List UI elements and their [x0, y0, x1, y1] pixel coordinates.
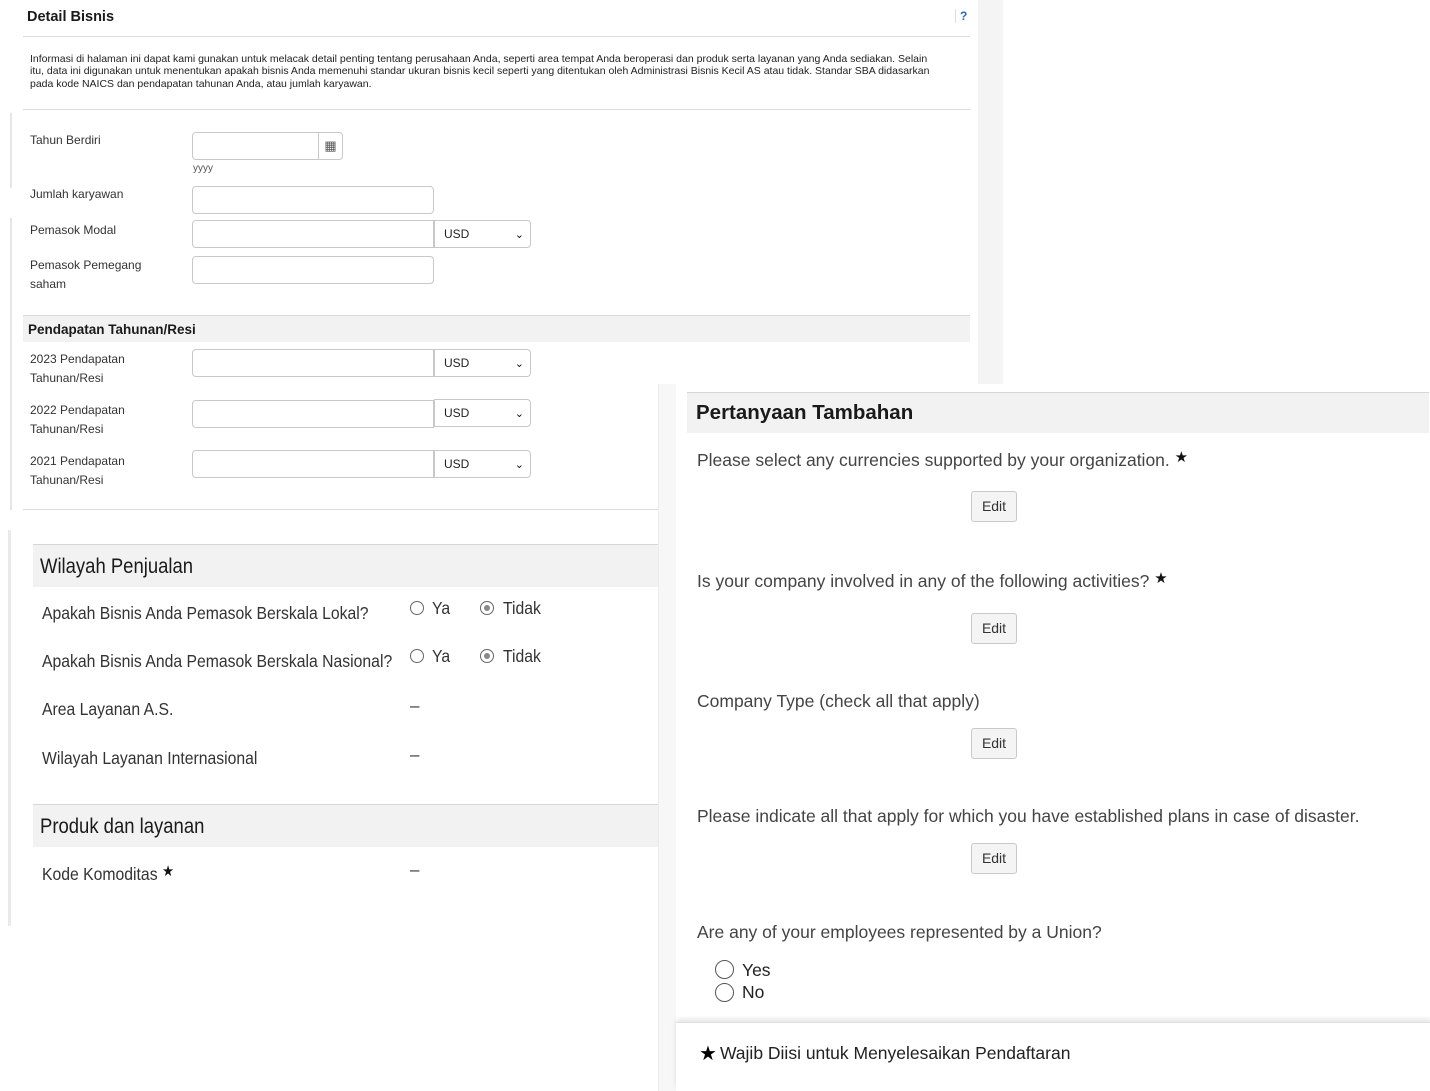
chevron-down-icon: ⌄: [514, 358, 524, 370]
revenue-2023-label: 2023 Pendapatan Tahunan/Resi: [30, 352, 125, 385]
section-header: Pertanyaan Tambahan: [687, 392, 1429, 433]
tahun-berdiri-label: Tahun Berdiri: [30, 133, 101, 147]
section-title: Produk dan layanan: [40, 815, 205, 838]
disaster-plan-question: Please indicate all that apply for which…: [697, 806, 1360, 826]
pemasok-modal-input[interactable]: [192, 220, 434, 248]
kode-komoditas-value: –: [410, 860, 420, 879]
pemasok-pemegang-saham-label: Pemasok Pemegang saham: [30, 258, 142, 291]
currency-select[interactable]: USD ⌄: [434, 399, 531, 427]
divider: [10, 113, 12, 188]
revenue-2022-input[interactable]: [192, 400, 434, 428]
currencies-question: Please select any currencies supported b…: [697, 448, 1188, 471]
calendar-icon[interactable]: ▦: [318, 132, 342, 160]
revenue-2023-input[interactable]: [192, 349, 434, 377]
radio-label: Yes: [742, 960, 771, 980]
local-supplier-question: Apakah Bisnis Anda Pemasok Berskala Loka…: [42, 603, 369, 623]
area-layanan-value: –: [410, 696, 420, 715]
currency-value: USD: [444, 406, 470, 420]
divider: [8, 530, 11, 926]
section-title: Wilayah Penjualan: [40, 555, 194, 578]
wilayah-penjualan-panel: Wilayah Penjualan Apakah Bisnis Anda Pem…: [0, 516, 658, 926]
currency-select[interactable]: USD ⌄: [434, 450, 531, 478]
wilayah-internasional-label: Wilayah Layanan Internasional: [42, 748, 258, 768]
union-no-radio[interactable]: [715, 983, 734, 1002]
divider: [23, 109, 970, 110]
local-tidak-radio[interactable]: [480, 601, 494, 615]
question-text: Is your company involved in any of the f…: [697, 571, 1150, 591]
pertanyaan-tambahan-panel: Pertanyaan Tambahan: [658, 384, 1430, 1091]
date-format-hint: yyyy: [193, 163, 213, 174]
jumlah-karyawan-label: Jumlah karyawan: [30, 187, 124, 201]
detail-bisnis-panel: Detail Bisnis ? Informasi di halaman ini…: [0, 0, 1003, 385]
national-ya-radio[interactable]: [410, 649, 424, 663]
section-header: Produk dan layanan: [33, 804, 658, 847]
chevron-down-icon: ⌄: [514, 408, 524, 420]
revenue-section-title: Pendapatan Tahunan/Resi: [28, 322, 196, 337]
edit-disaster-plan-button[interactable]: Edit: [971, 843, 1017, 874]
revenue-section-header: Pendapatan Tahunan/Resi: [23, 315, 970, 342]
currency-value: USD: [444, 457, 470, 471]
kode-komoditas-text: Kode Komoditas: [42, 864, 158, 884]
radio-label: No: [742, 982, 765, 1002]
required-star-icon: ★: [699, 1043, 717, 1065]
company-type-question: Company Type (check all that apply): [697, 691, 980, 711]
national-tidak-radio[interactable]: [480, 649, 494, 663]
radio-label: Ya: [432, 598, 451, 618]
divider: [23, 509, 658, 510]
radio-label: Ya: [432, 646, 451, 666]
intro-text: Informasi di halaman ini dapat kami guna…: [30, 53, 930, 90]
required-note-text: Wajib Diisi untuk Menyelesaikan Pendafta…: [719, 1043, 1071, 1063]
pemasok-modal-label: Pemasok Modal: [30, 223, 117, 237]
divider: [10, 384, 12, 510]
radio-label: Tidak: [503, 598, 541, 618]
currency-value: USD: [444, 227, 470, 241]
wilayah-internasional-value: –: [410, 745, 420, 764]
union-question: Are any of your employees represented by…: [697, 922, 1102, 942]
required-star-icon: ★: [1154, 570, 1168, 587]
currency-value: USD: [444, 356, 470, 370]
panel-edge: [659, 384, 676, 1091]
required-note: ★ Wajib Diisi untuk Menyelesaikan Pendaft…: [699, 1041, 1070, 1066]
required-star-icon: ★: [161, 863, 175, 880]
chevron-down-icon: ⌄: [514, 229, 524, 241]
activities-question: Is your company involved in any of the f…: [697, 569, 1168, 592]
national-supplier-question: Apakah Bisnis Anda Pemasok Berskala Nasi…: [42, 651, 393, 671]
revenue-2021-label: 2021 Pendapatan Tahunan/Resi: [30, 454, 125, 487]
question-text: Please select any currencies supported b…: [697, 450, 1170, 470]
divider: [23, 36, 970, 37]
edit-company-type-button[interactable]: Edit: [971, 728, 1017, 759]
currency-select[interactable]: USD ⌄: [434, 220, 531, 248]
edit-activities-button[interactable]: Edit: [971, 613, 1017, 644]
chevron-down-icon: ⌄: [514, 459, 524, 471]
area-layanan-label: Area Layanan A.S.: [42, 699, 174, 719]
divider: [10, 218, 12, 384]
jumlah-karyawan-input[interactable]: [192, 186, 434, 214]
revenue-continued: 2022 Pendapatan Tahunan/Resi USD ⌄ 2021 P…: [0, 384, 658, 516]
section-title: Detail Bisnis: [27, 9, 115, 25]
section-header: Wilayah Penjualan: [33, 544, 658, 587]
edit-currencies-button[interactable]: Edit: [971, 491, 1017, 522]
revenue-2022-label: 2022 Pendapatan Tahunan/Resi: [30, 403, 125, 436]
kode-komoditas-label: Kode Komoditas ★: [42, 862, 174, 885]
pemasok-pemegang-saham-input[interactable]: [192, 256, 434, 284]
panel-edge: [978, 0, 1003, 384]
revenue-2021-input[interactable]: [192, 450, 434, 478]
currency-select[interactable]: USD ⌄: [434, 349, 531, 377]
section-title: Pertanyaan Tambahan: [696, 401, 914, 424]
local-ya-radio[interactable]: [410, 601, 424, 615]
union-yes-radio[interactable]: [715, 960, 734, 979]
required-star-icon: ★: [1174, 449, 1189, 466]
help-icon[interactable]: ?: [955, 9, 967, 23]
radio-label: Tidak: [503, 646, 541, 666]
